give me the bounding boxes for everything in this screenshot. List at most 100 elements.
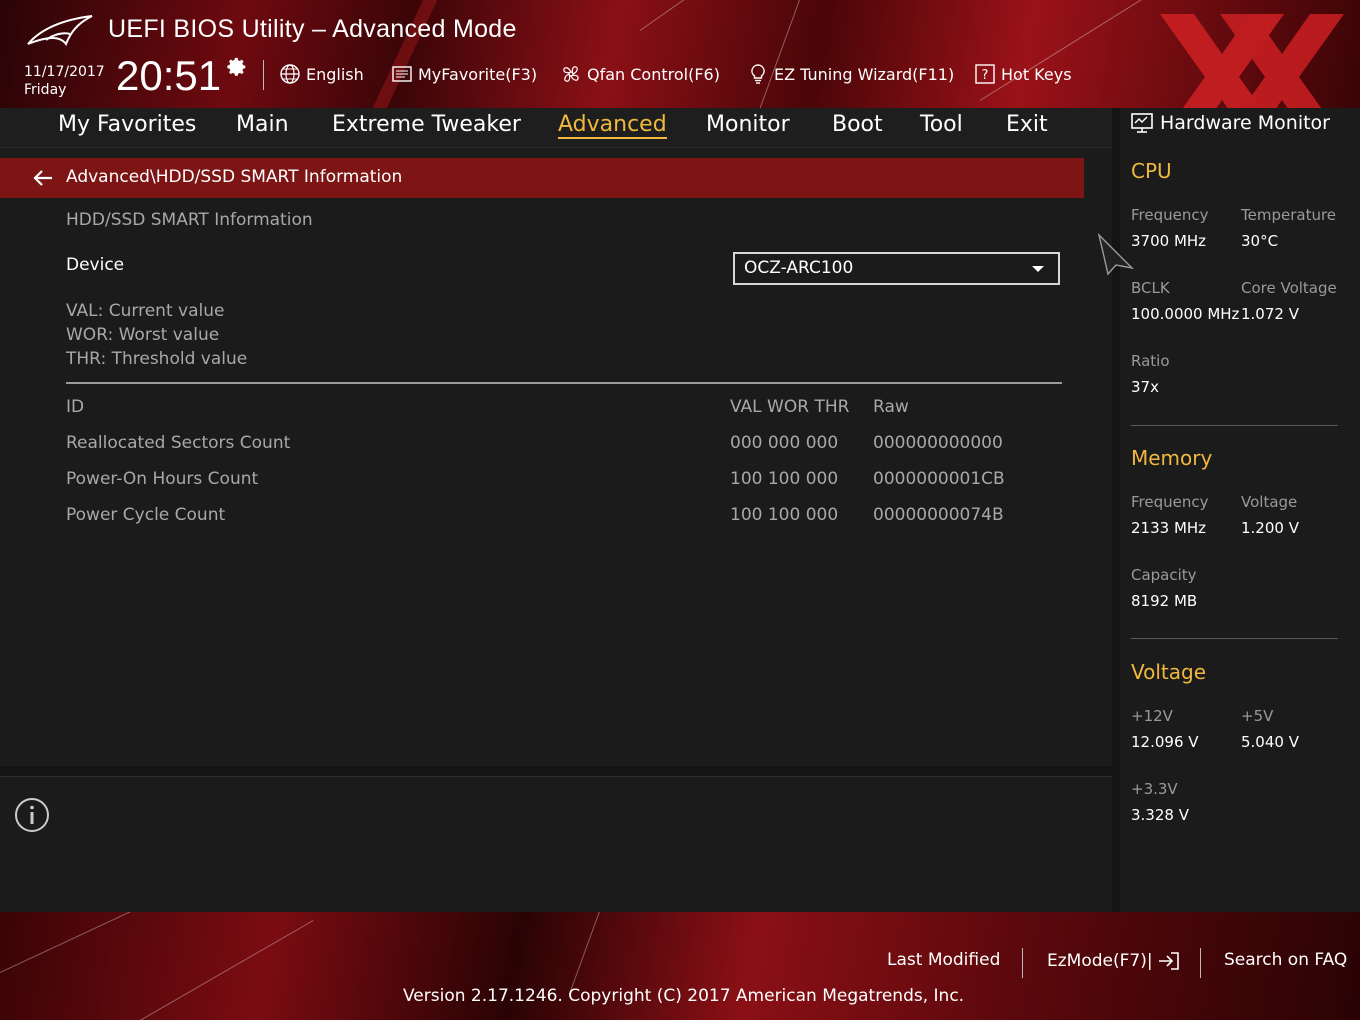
section-title: HDD/SSD SMART Information xyxy=(66,210,313,230)
table-row: Power Cycle Count 100 100 000 0000000007… xyxy=(66,505,1066,529)
qfan-control-button[interactable]: Qfan Control(F6) xyxy=(560,62,720,86)
cpu-temperature-label: Temperature xyxy=(1241,206,1337,224)
attribute-name: Power-On Hours Count xyxy=(66,469,259,489)
table-header-row: ID VAL WOR THR Raw xyxy=(66,397,1066,421)
attribute-values: 000 000 000 xyxy=(730,433,839,453)
voltage-section-title: Voltage xyxy=(1131,660,1207,684)
legend-val: VAL: Current value xyxy=(66,301,225,321)
last-modified-button[interactable]: Last Modified xyxy=(887,950,1000,970)
device-label: Device xyxy=(66,255,125,275)
column-header-raw: Raw xyxy=(873,397,909,417)
ratio-value: 37x xyxy=(1131,378,1159,396)
footer-bar: Last Modified EzMode(F7)| Search on FAQ … xyxy=(0,912,1360,1020)
tab-advanced[interactable]: Advanced xyxy=(558,112,667,139)
column-header-values: VAL WOR THR xyxy=(730,397,850,417)
section-divider xyxy=(1131,425,1338,426)
date-display: 11/17/2017 Friday xyxy=(24,63,105,99)
hardware-monitor-panel: Hardware Monitor CPU Frequency Temperatu… xyxy=(1120,108,1360,912)
device-select-value: OCZ-ARC100 xyxy=(744,258,854,278)
main-tab-bar: My Favorites Main Extreme Tweaker Advanc… xyxy=(0,108,1112,148)
hardware-monitor-header: Hardware Monitor xyxy=(1130,112,1330,134)
ez-tuning-wizard-button[interactable]: EZ Tuning Wizard(F11) xyxy=(747,62,954,86)
v5-label: +5V xyxy=(1241,707,1274,725)
section-divider xyxy=(1131,638,1338,639)
attribute-name: Power Cycle Count xyxy=(66,505,226,525)
capacity-value: 8192 MB xyxy=(1131,592,1198,610)
tab-exit[interactable]: Exit xyxy=(1006,112,1048,137)
info-panel xyxy=(0,776,1112,912)
gear-icon[interactable] xyxy=(226,56,248,78)
myfavorite-label: MyFavorite(F3) xyxy=(418,64,538,84)
fan-icon xyxy=(563,66,579,82)
question-box-icon: ? xyxy=(975,64,995,84)
hardware-monitor-title: Hardware Monitor xyxy=(1160,112,1330,134)
rog-logo-icon xyxy=(27,15,93,47)
day-text: Friday xyxy=(24,82,67,98)
cpu-section-title: CPU xyxy=(1131,159,1172,183)
qfan-control-label: Qfan Control(F6) xyxy=(587,64,720,84)
v33-value: 3.328 V xyxy=(1131,806,1189,824)
bclk-value: 100.0000 MHz xyxy=(1131,305,1240,323)
memory-frequency-label: Frequency xyxy=(1131,493,1209,511)
tab-my-favorites[interactable]: My Favorites xyxy=(58,112,196,137)
tab-extreme-tweaker[interactable]: Extreme Tweaker xyxy=(332,112,521,137)
v12-value: 12.096 V xyxy=(1131,733,1199,751)
ezmode-button[interactable]: EzMode(F7)| xyxy=(1047,950,1181,972)
decorative-streak xyxy=(759,0,802,108)
column-header-id: ID xyxy=(66,397,85,417)
attribute-raw: 00000000074B xyxy=(873,505,1004,525)
tab-main[interactable]: Main xyxy=(236,112,289,137)
chevron-down-icon xyxy=(1032,266,1044,272)
table-row: Reallocated Sectors Count 000 000 000 00… xyxy=(66,433,1066,457)
mouse-cursor-icon xyxy=(1097,232,1135,276)
exit-arrow-icon xyxy=(1158,952,1179,970)
clock-display: 20:51 xyxy=(116,52,222,99)
core-voltage-label: Core Voltage xyxy=(1241,279,1337,297)
search-faq-label: Search on FAQ xyxy=(1224,950,1348,970)
tab-monitor[interactable]: Monitor xyxy=(706,112,790,137)
hot-keys-button[interactable]: ? Hot Keys xyxy=(974,62,1072,86)
ez-tuning-wizard-label: EZ Tuning Wizard(F11) xyxy=(774,64,955,84)
svg-text:?: ? xyxy=(982,68,989,83)
cpu-temperature-value: 30°C xyxy=(1241,232,1279,250)
decorative-streak xyxy=(569,912,609,993)
v5-value: 5.040 V xyxy=(1241,733,1299,751)
myfavorite-button[interactable]: MyFavorite(F3) xyxy=(391,62,537,86)
ratio-label: Ratio xyxy=(1131,352,1170,370)
language-label: English xyxy=(306,64,364,84)
breadcrumb-bar[interactable]: Advanced\HDD/SSD SMART Information xyxy=(0,158,1084,198)
monitor-icon xyxy=(1131,113,1153,133)
decorative-streak xyxy=(139,920,314,1020)
legend-wor: WOR: Worst value xyxy=(66,325,220,345)
last-modified-label: Last Modified xyxy=(887,950,1001,970)
back-arrow-icon[interactable] xyxy=(32,168,54,188)
date-text: 11/17/2017 xyxy=(24,64,105,80)
info-icon xyxy=(15,798,49,832)
memory-frequency-value: 2133 MHz xyxy=(1131,519,1207,537)
attribute-values: 100 100 000 xyxy=(730,505,839,525)
decorative-streak xyxy=(639,0,887,31)
decorative-streak xyxy=(0,912,236,973)
header-divider xyxy=(263,60,264,90)
globe-icon xyxy=(280,64,300,84)
main-content: Advanced\HDD/SSD SMART Information HDD/S… xyxy=(0,148,1112,766)
header-bar: UEFI BIOS Utility – Advanced Mode 11/17/… xyxy=(0,0,1360,108)
v33-label: +3.3V xyxy=(1131,780,1178,798)
device-select[interactable]: OCZ-ARC100 xyxy=(733,252,1060,285)
version-text: Version 2.17.1246. Copyright (C) 2017 Am… xyxy=(403,986,965,1006)
language-button[interactable]: English xyxy=(279,62,364,86)
app-title: UEFI BIOS Utility – Advanced Mode xyxy=(108,15,517,43)
table-divider xyxy=(66,382,1062,384)
capacity-label: Capacity xyxy=(1131,566,1197,584)
tab-boot[interactable]: Boot xyxy=(832,112,883,137)
attribute-raw: 000000000000 xyxy=(873,433,1003,453)
lightbulb-icon xyxy=(751,64,765,84)
cpu-frequency-label: Frequency xyxy=(1131,206,1209,224)
attribute-values: 100 100 000 xyxy=(730,469,839,489)
bclk-label: BCLK xyxy=(1131,279,1170,297)
breadcrumb: Advanced\HDD/SSD SMART Information xyxy=(66,167,403,187)
memory-section-title: Memory xyxy=(1131,446,1213,470)
search-faq-button[interactable]: Search on FAQ xyxy=(1224,950,1347,970)
favorite-list-icon xyxy=(392,66,412,82)
tab-tool[interactable]: Tool xyxy=(920,112,963,137)
